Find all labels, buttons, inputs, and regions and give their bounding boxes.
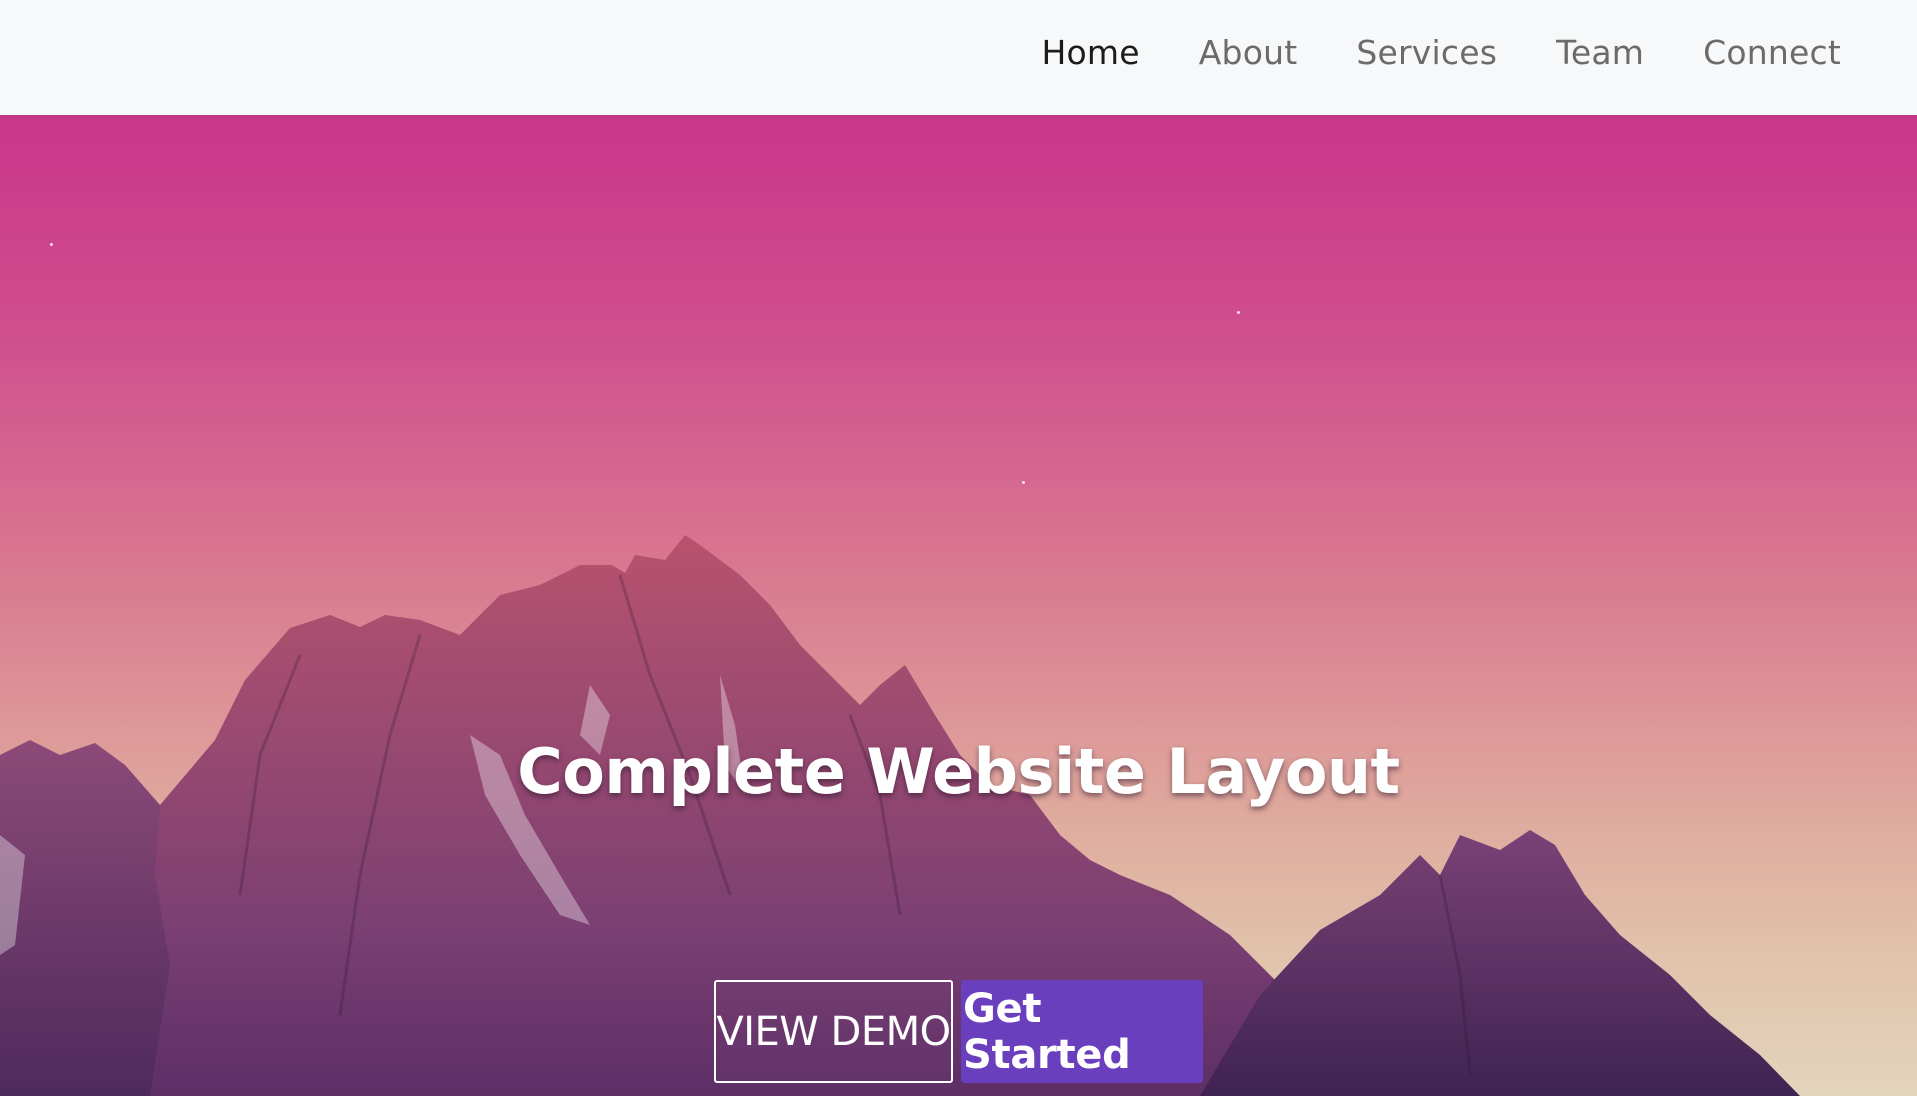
hero-buttons: VIEW DEMO Get Started — [0, 980, 1917, 1083]
page: Home About Services Team Connect Complet… — [0, 0, 1917, 1096]
nav-link-home[interactable]: Home — [1042, 33, 1140, 72]
nav-links: Home About Services Team Connect — [983, 0, 1842, 104]
hero-section: Complete Website Layout VIEW DEMO Get St… — [0, 115, 1917, 1096]
get-started-button[interactable]: Get Started — [961, 980, 1203, 1083]
view-demo-button[interactable]: VIEW DEMO — [714, 980, 953, 1083]
mountain-background-image — [0, 535, 1800, 1096]
nav-link-about[interactable]: About — [1199, 33, 1298, 72]
hero-title: Complete Website Layout — [517, 735, 1400, 808]
navbar: Home About Services Team Connect — [0, 0, 1917, 115]
nav-link-services[interactable]: Services — [1356, 33, 1497, 72]
nav-link-connect[interactable]: Connect — [1703, 33, 1841, 72]
nav-link-team[interactable]: Team — [1556, 33, 1644, 72]
